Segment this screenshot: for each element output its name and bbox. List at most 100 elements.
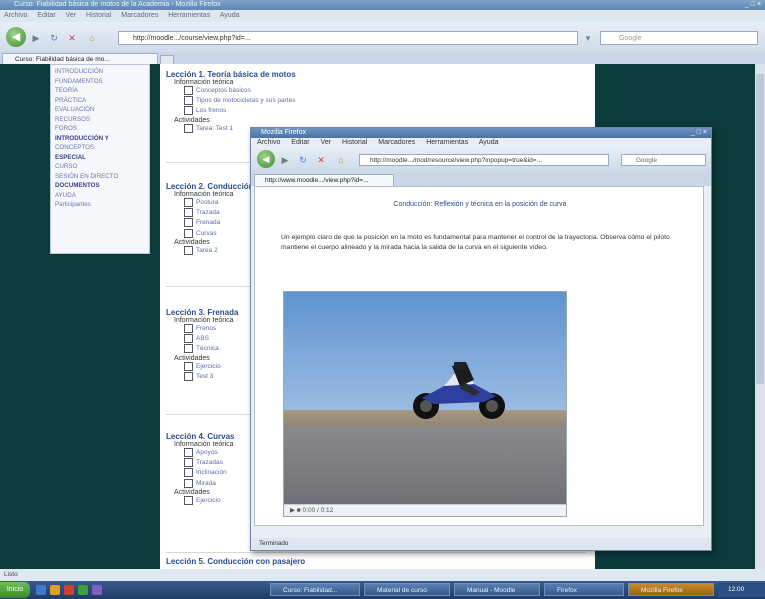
sidebar-item[interactable]: DOCUMENTOS — [55, 181, 145, 191]
popup-address-bar[interactable]: http://moodle.../mod/resource/view.php?i… — [359, 154, 609, 166]
resource-description: Un ejemplo claro de que la posición en l… — [281, 234, 670, 251]
sidebar-item[interactable]: CONCEPTOS — [55, 143, 145, 153]
menu-tools[interactable]: Herramientas — [168, 12, 210, 19]
menu-history[interactable]: Historial — [342, 139, 367, 146]
file-icon — [184, 448, 193, 457]
resource-link[interactable]: Curvas — [184, 228, 254, 239]
forward-icon[interactable]: ▶ — [30, 32, 42, 44]
menu-file[interactable]: Archivo — [257, 139, 280, 146]
file-icon — [184, 324, 193, 333]
sidebar-item[interactable]: FUNDAMENTOS — [55, 77, 145, 87]
menu-view[interactable]: Ver — [66, 12, 77, 19]
resource-link[interactable]: Frenos — [184, 324, 238, 334]
assignment-icon — [184, 361, 193, 371]
address-bar[interactable]: http://moodle.../course/view.php?id=... — [118, 31, 578, 45]
popup-content: Conducción: Reflexión y técnica en la po… — [254, 186, 704, 526]
window-controls[interactable]: _ □ × — [745, 1, 761, 8]
resource-link[interactable]: Los frenos — [184, 106, 296, 116]
search-input[interactable]: Google — [600, 31, 758, 45]
resource-link[interactable]: Mirada — [184, 478, 234, 489]
resource-link[interactable]: Tipos de motocicletas y sus partes — [184, 96, 296, 106]
activities-label: Actividades — [174, 238, 210, 246]
reload-icon[interactable]: ↻ — [297, 154, 309, 166]
popup-window-controls[interactable]: _ □ × — [691, 129, 707, 136]
sidebar-item[interactable]: PRÁCTICA — [55, 96, 145, 106]
video-controls[interactable]: ▶ ■ 0:00 / 0:12 — [284, 504, 566, 516]
dropdown-icon[interactable]: ▾ — [582, 32, 594, 44]
taskbar-item[interactable]: Firefox — [544, 583, 624, 596]
resource-link[interactable]: Frenada — [184, 218, 254, 228]
lesson-title[interactable]: Lección 5. Conducción con pasajero — [166, 557, 305, 566]
sidebar-item[interactable]: CURSO — [55, 162, 145, 172]
activities-label: Actividades — [174, 116, 210, 124]
lesson-section: Lección 4. Curvas Información teórica Ap… — [166, 432, 234, 506]
resource-link[interactable]: ABS — [184, 334, 238, 344]
sidebar-item[interactable]: TEORÍA — [55, 86, 145, 96]
app-icon[interactable] — [92, 585, 102, 595]
app-icon[interactable] — [78, 585, 88, 595]
sidebar-item[interactable]: AYUDA — [55, 191, 145, 201]
resource-link[interactable]: Apoyos — [184, 448, 234, 458]
resource-link[interactable]: Trazadas — [184, 458, 234, 468]
popup-title: Mozilla Firefox — [251, 128, 711, 138]
scrollbar-thumb[interactable] — [756, 74, 764, 384]
taskbar-item[interactable]: Curso: Fiabilidad... — [270, 583, 360, 596]
menu-help[interactable]: Ayuda — [479, 139, 499, 146]
lesson-title[interactable]: Lección 1. Teoría básica de motos — [166, 70, 296, 79]
video-player[interactable]: ▶ ■ 0:00 / 0:12 — [283, 291, 567, 517]
activity-link[interactable]: Tarea 2 — [184, 245, 254, 256]
menu-help[interactable]: Ayuda — [220, 12, 240, 19]
lesson-title[interactable]: Lección 3. Frenada — [166, 308, 238, 317]
sidebar-item[interactable]: SESIÓN EN DIRECTO — [55, 172, 145, 182]
menu-edit[interactable]: Editar — [291, 139, 309, 146]
tab-course[interactable]: Curso: Fiabilidad básica de mo... — [2, 53, 158, 64]
resource-heading: Conducción: Reflexión y técnica en la po… — [393, 201, 567, 208]
lesson-title[interactable]: Lección 2. Conducción — [166, 182, 254, 191]
stop-icon[interactable]: ✕ — [315, 154, 327, 166]
sidebar-item[interactable]: EVALUACIÓN — [55, 105, 145, 115]
reload-icon[interactable]: ↻ — [48, 32, 60, 44]
browser-icon[interactable] — [36, 585, 46, 595]
home-icon[interactable]: ⌂ — [86, 32, 98, 44]
resource-link[interactable]: Inclinación — [184, 468, 234, 478]
folder-icon[interactable] — [50, 585, 60, 595]
popup-search-input[interactable]: Google — [621, 154, 706, 166]
activity-link[interactable]: Test 3 — [184, 371, 238, 382]
taskbar-item[interactable]: Manual - Moodle — [454, 583, 540, 596]
sidebar-item[interactable]: Participantes — [55, 200, 145, 210]
sidebar-item[interactable]: INTRODUCCIÓN — [55, 67, 145, 77]
menu-bookmarks[interactable]: Marcadores — [378, 139, 415, 146]
back-button[interactable]: ◀ — [257, 150, 275, 168]
sidebar-item[interactable]: INTRODUCCIÓN Y — [55, 134, 145, 144]
resource-link[interactable]: Postura — [184, 198, 254, 208]
lesson-section: Lección 1. Teoría básica de motos Inform… — [166, 70, 296, 134]
activities-label: Actividades — [174, 488, 210, 496]
taskbar-item[interactable]: Material de curso — [364, 583, 450, 596]
sidebar-item[interactable]: RECURSOS — [55, 115, 145, 125]
resource-link[interactable]: Trazada — [184, 208, 254, 218]
menu-file[interactable]: Archivo — [4, 12, 27, 19]
home-icon[interactable]: ⌂ — [335, 154, 347, 166]
media-icon[interactable] — [64, 585, 74, 595]
stop-icon[interactable]: ✕ — [66, 32, 78, 44]
system-clock: 12:00 — [718, 583, 765, 597]
assignment-icon — [184, 495, 193, 505]
back-button[interactable]: ◀ — [6, 27, 26, 47]
sidebar-item[interactable]: FOROS — [55, 124, 145, 134]
forward-icon[interactable]: ▶ — [279, 154, 291, 166]
lesson-title[interactable]: Lección 4. Curvas — [166, 432, 234, 441]
activity-link[interactable]: Ejercicio — [184, 361, 238, 372]
resource-link[interactable]: Técnica — [184, 344, 238, 354]
popup-tab[interactable]: http://www.moodle.../view.php?id=... — [254, 174, 394, 186]
menu-bookmarks[interactable]: Marcadores — [121, 12, 158, 19]
menu-history[interactable]: Historial — [86, 12, 111, 19]
menu-tools[interactable]: Herramientas — [426, 139, 468, 146]
resource-link[interactable]: Conceptos básicos — [184, 86, 296, 96]
menu-edit[interactable]: Editar — [37, 12, 55, 19]
taskbar-item-active[interactable]: Mozilla Firefox — [628, 583, 714, 596]
start-button[interactable]: Inicio — [0, 582, 30, 598]
lesson-section: Lección 2. Conducción Información teóric… — [166, 182, 254, 256]
sidebar-item[interactable]: ESPECIAL — [55, 153, 145, 163]
menu-view[interactable]: Ver — [321, 139, 332, 146]
activity-link[interactable]: Ejercicio — [184, 495, 234, 506]
